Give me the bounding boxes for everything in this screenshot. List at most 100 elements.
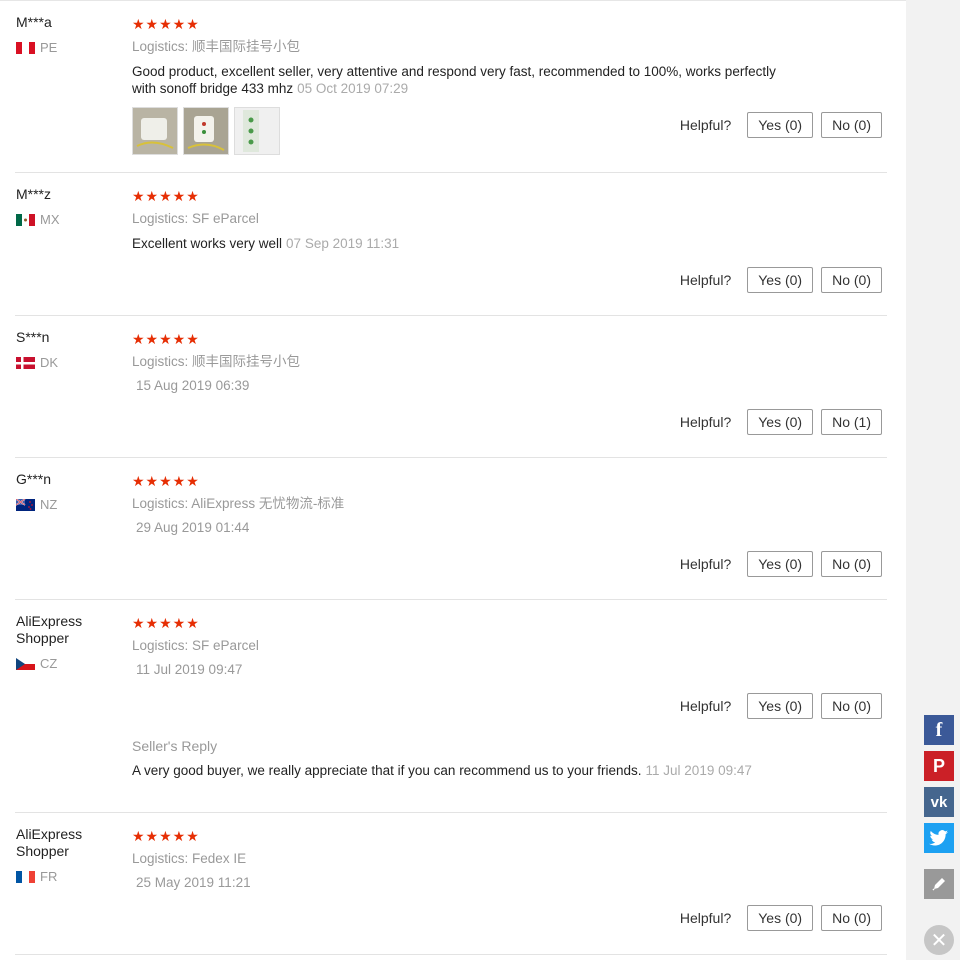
helpful-yes-button[interactable]: Yes (0) (747, 409, 814, 435)
reviews-feed: M***a PE ★★★★★ Logistics: 顺丰国际挂号小包 Good … (0, 0, 906, 960)
reviewer-info: S***n DK (16, 329, 116, 370)
logistics-label: Logistics: (132, 496, 189, 511)
logistics-label: Logistics: (132, 851, 189, 866)
review-date: 07 Sep 2019 11:31 (286, 236, 400, 251)
review-item: S***n DK ★★★★★ Logistics: 顺丰国际挂号小包 15 Au… (15, 316, 887, 458)
reviewer-name: S***n (16, 329, 50, 345)
review-item: AliExpress Shopper FR ★★★★★ Logistics: F… (15, 813, 887, 955)
facebook-share-button[interactable]: f (924, 715, 954, 745)
helpful-no-button[interactable]: No (1) (821, 409, 882, 435)
helpful-label: Helpful? (679, 556, 732, 572)
reviewer-name: M***z (16, 186, 52, 202)
edit-button[interactable] (924, 869, 954, 899)
logistics-value: SF eParcel (192, 638, 259, 653)
helpful-no-button[interactable]: No (0) (821, 267, 882, 293)
helpful-label: Helpful? (679, 698, 732, 714)
seller-reply-title: Seller's Reply (132, 738, 218, 754)
star-rating: ★★★★★ (132, 16, 200, 32)
pinterest-share-button[interactable]: P (924, 751, 954, 781)
star-rating: ★★★★★ (132, 331, 200, 347)
review-photo-thumbnail[interactable] (183, 107, 229, 155)
star-rating: ★★★★★ (132, 188, 200, 204)
country-code: DK (40, 355, 59, 370)
review-item: M***a PE ★★★★★ Logistics: 顺丰国际挂号小包 Good … (15, 1, 887, 173)
logistics-label: Logistics: (132, 638, 189, 653)
peru-flag-icon (16, 41, 35, 54)
logistics-label: Logistics: (132, 354, 189, 369)
helpful-controls: Helpful? Yes (0) No (0) (680, 693, 882, 719)
helpful-controls: Helpful? Yes (0) No (0) (680, 267, 882, 293)
review-comment: Excellent works very well (132, 236, 283, 251)
helpful-yes-button[interactable]: Yes (0) (747, 112, 814, 138)
helpful-label: Helpful? (679, 117, 732, 133)
country-code: MX (40, 212, 60, 227)
seller-reply-date: 11 Jul 2019 09:47 (645, 763, 752, 778)
helpful-yes-button[interactable]: Yes (0) (747, 905, 814, 931)
czech-flag-icon (16, 657, 35, 670)
review-date: 29 Aug 2019 01:44 (136, 520, 250, 535)
seller-reply: Seller's Reply A very good buyer, we rea… (132, 738, 752, 780)
helpful-label: Helpful? (679, 910, 732, 926)
helpful-no-button[interactable]: No (0) (821, 551, 882, 577)
photo-image (184, 108, 228, 154)
helpful-yes-button[interactable]: Yes (0) (747, 267, 814, 293)
pinterest-icon: P (932, 755, 945, 776)
mexico-flag-icon (16, 213, 35, 226)
photo-image (133, 108, 177, 154)
twitter-icon (929, 830, 948, 846)
twitter-share-button[interactable] (924, 823, 954, 853)
review-item: AliExpress Shopper CZ ★★★★★ Logistics: S… (15, 600, 887, 813)
star-rating: ★★★★★ (132, 473, 200, 489)
close-button[interactable]: ✕ (924, 925, 954, 955)
vk-icon: vk (930, 793, 948, 811)
review-item: G***n NZ ★★★★★ Logistics: AliExpress 无忧物… (15, 458, 887, 600)
logistics-value: 顺丰国际挂号小包 (192, 39, 301, 54)
new-zealand-flag-icon (16, 498, 35, 511)
helpful-controls: Helpful? Yes (0) No (0) (680, 112, 882, 138)
review-photo-thumbnail[interactable] (132, 107, 178, 155)
close-icon: ✕ (930, 929, 948, 952)
reviewer-name: G***n (16, 471, 52, 487)
review-date: 11 Jul 2019 09:47 (136, 662, 243, 677)
facebook-icon: f (935, 718, 943, 741)
helpful-yes-button[interactable]: Yes (0) (747, 551, 814, 577)
review-item: M***z MX ★★★★★ Logistics: SF eParcel Exc… (15, 173, 887, 316)
helpful-yes-button[interactable]: Yes (0) (747, 693, 814, 719)
review-date: 05 Oct 2019 07:29 (297, 81, 409, 96)
helpful-no-button[interactable]: No (0) (821, 112, 882, 138)
review-date: 15 Aug 2019 06:39 (136, 378, 250, 393)
helpful-controls: Helpful? Yes (0) No (0) (680, 905, 882, 931)
helpful-label: Helpful? (679, 414, 732, 430)
logistics-value: SF eParcel (192, 211, 259, 226)
logistics-label: Logistics: (132, 211, 189, 226)
seller-reply-text: A very good buyer, we really appreciate … (132, 763, 642, 778)
review-date: 25 May 2019 11:21 (136, 875, 251, 890)
logistics-value: Fedex IE (192, 851, 247, 866)
reviewer-info: M***z MX (16, 186, 116, 227)
reviewer-name: M***a (16, 14, 52, 30)
pencil-icon (932, 878, 945, 891)
reviewer-info: M***a PE (16, 14, 116, 55)
star-rating: ★★★★★ (132, 828, 200, 844)
review-photo-thumbnail[interactable] (234, 107, 280, 155)
helpful-controls: Helpful? Yes (0) No (1) (680, 409, 882, 435)
helpful-no-button[interactable]: No (0) (821, 693, 882, 719)
photo-image (235, 108, 279, 154)
reviewer-info: AliExpress Shopper FR (16, 826, 116, 884)
logistics-value: 顺丰国际挂号小包 (192, 354, 301, 369)
denmark-flag-icon (16, 356, 35, 369)
country-code: PE (40, 40, 58, 55)
reviewer-info: AliExpress Shopper CZ (16, 613, 116, 671)
country-code: NZ (40, 497, 58, 512)
france-flag-icon (16, 870, 35, 883)
helpful-no-button[interactable]: No (0) (821, 905, 882, 931)
reviewer-name: AliExpress Shopper (16, 613, 83, 646)
logistics-value: AliExpress 无忧物流-标准 (191, 496, 345, 511)
country-code: CZ (40, 656, 58, 671)
star-rating: ★★★★★ (132, 615, 200, 631)
vk-share-button[interactable]: vk (924, 787, 954, 817)
country-code: FR (40, 869, 58, 884)
helpful-controls: Helpful? Yes (0) No (0) (680, 551, 882, 577)
helpful-label: Helpful? (679, 272, 732, 288)
reviewer-info: G***n NZ (16, 471, 116, 512)
